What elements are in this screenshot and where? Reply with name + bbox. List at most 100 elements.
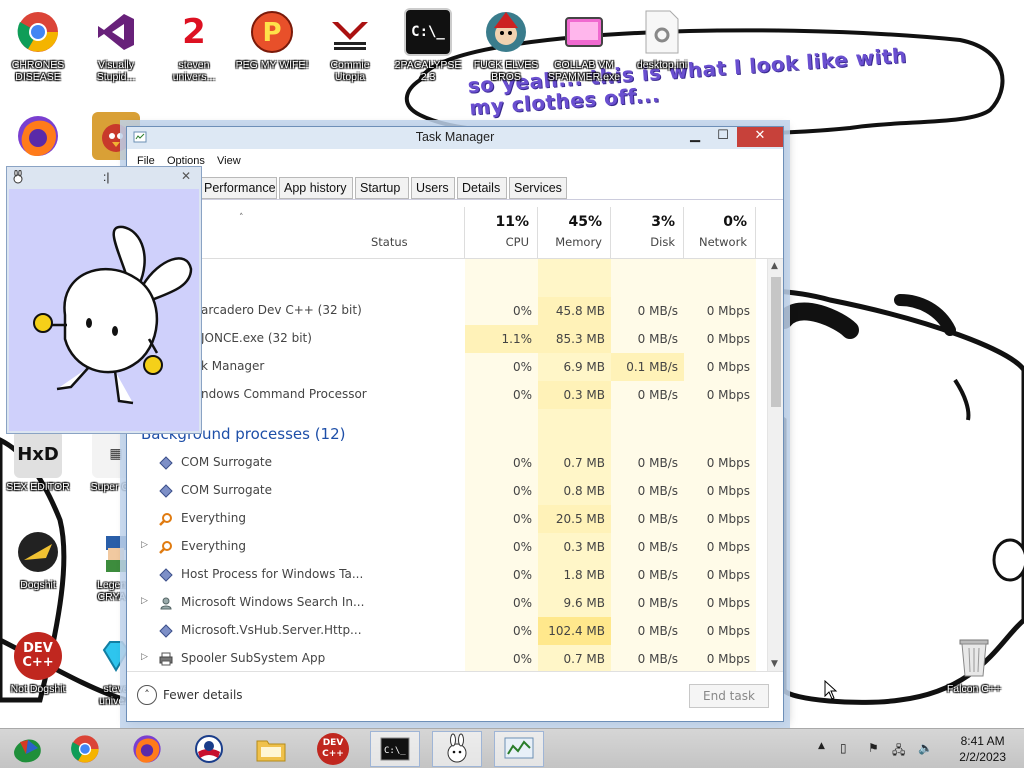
table-row[interactable]: COM Surrogate 0% 0.8 MB 0 MB/s 0 Mbps (127, 477, 767, 505)
taskbar-chrome[interactable] (60, 731, 110, 767)
tab-startup[interactable]: Startup (355, 177, 409, 199)
table-row[interactable]: ▷ Everything 0% 0.3 MB 0 MB/s 0 Mbps (127, 533, 767, 561)
taskbar-clock[interactable]: 8:41 AM 2/2/2023 (959, 733, 1006, 765)
tab-users[interactable]: Users (411, 177, 455, 199)
taskbar-bunny[interactable] (432, 731, 482, 767)
expand-arrow-icon[interactable]: ▷ (141, 540, 148, 550)
desktop-icon-fuck-elves-bros[interactable]: FUCK ELVES BROS (468, 8, 544, 83)
task-manager-titlebar[interactable]: Task Manager ▁ ☐ ✕ (127, 127, 783, 149)
tab-services[interactable]: Services (509, 177, 567, 199)
obama-icon (195, 735, 223, 763)
table-row[interactable]: ▷ Spooler SubSystem App 0% 0.7 MB 0 MB/s… (127, 645, 767, 671)
desktop-icon-visual-studio[interactable]: Visually Stupid... (78, 8, 154, 83)
chevron-up-icon[interactable]: ˄ (137, 685, 157, 705)
desktop-icon-not-dogshit[interactable]: DEV C++ Not Dogshit (0, 632, 76, 695)
process-name: k Manager (201, 359, 265, 373)
taskbar-taskmgr[interactable] (494, 731, 544, 767)
tray-overflow-icon[interactable]: ▲ (818, 741, 825, 751)
cpu-value: 1.1% (465, 325, 538, 353)
table-row[interactable]: COM Surrogate 0% 0.7 MB 0 MB/s 0 Mbps (127, 449, 767, 477)
table-row[interactable]: ▷ Microsoft Windows Search In... 0% 9.6 … (127, 589, 767, 617)
bunny-titlebar[interactable]: :| ✕ (7, 167, 201, 189)
memory-value: 20.5 MB (538, 505, 611, 533)
cpu-value: 0% (512, 304, 532, 318)
taskbar-devcpp[interactable]: DEV C++ (308, 731, 358, 767)
memory-value: 102.4 MB (538, 617, 611, 645)
column-status[interactable]: Status (365, 207, 465, 259)
disk-value: 0 MB/s (637, 332, 678, 346)
papers-please-icon (326, 8, 374, 56)
minimize-button[interactable]: ▁ (681, 127, 709, 147)
table-row[interactable]: arcadero Dev C++ (32 bit) 0% 45.8 MB 0 M… (127, 297, 767, 325)
desktop-icon-firefox[interactable] (0, 112, 76, 160)
desktop-icon-desktop-ini[interactable]: desktop.ini (624, 8, 700, 71)
menu-view[interactable]: View (217, 155, 241, 167)
memory-value: 45.8 MB (538, 297, 611, 325)
bunny-window[interactable]: :| ✕ (6, 166, 202, 434)
disk-value: 0 MB/s (637, 456, 678, 470)
tab-performance[interactable]: Performance (199, 177, 277, 199)
hxd-icon: HxD (14, 430, 62, 478)
bunny-icon (447, 733, 467, 763)
process-name: Microsoft.VsHub.Server.Http... (181, 623, 362, 637)
disk-value: 0 MB/s (637, 512, 678, 526)
table-row[interactable]: Everything 0% 20.5 MB 0 MB/s 0 Mbps (127, 505, 767, 533)
desktop-icon-sex-editor[interactable]: HxD SEX EDITOR (0, 430, 76, 493)
start-button[interactable] (2, 731, 52, 767)
table-row[interactable]: Host Process for Windows Ta... 0% 1.8 MB… (127, 561, 767, 589)
magnifier-icon (159, 513, 172, 526)
taskbar: DEV C++ C:\_ ▲ ▯ ⚑ 🖧 🔈 8:41 AM 2/2/2023 (0, 728, 1024, 768)
desktop-icon-chrones-disease[interactable]: CHRONES DISEASE (0, 8, 76, 83)
column-network[interactable]: 0% Network (684, 207, 756, 259)
desktop-icon-peg-my-wife[interactable]: P PEG MY WIFE! (234, 8, 310, 71)
close-button[interactable]: ✕ (737, 127, 783, 147)
maximize-button[interactable]: ☐ (709, 127, 737, 147)
taskbar-obama[interactable] (184, 731, 234, 767)
expand-arrow-icon[interactable]: ▷ (141, 596, 148, 606)
cpu-value: 0% (512, 568, 532, 582)
taskbar-cmd[interactable]: C:\_ (370, 731, 420, 767)
scrollbar-thumb[interactable] (771, 277, 781, 407)
desktop-icon-2pacalypse[interactable]: C:\_ 2PACALYPSE 2.3 (390, 8, 466, 83)
network-icon[interactable]: 🖧 (892, 741, 905, 762)
end-task-button[interactable]: End task (689, 684, 769, 708)
memory-value: 85.3 MB (538, 325, 611, 353)
column-memory[interactable]: 45% Memory (538, 207, 611, 259)
column-disk[interactable]: 3% Disk (611, 207, 684, 259)
scroll-down-icon[interactable]: ▼ (771, 659, 778, 669)
expand-arrow-icon[interactable]: ▷ (141, 652, 148, 662)
steven-universe-icon: 2 (182, 12, 206, 52)
network-value: 0 Mbps (706, 624, 750, 638)
table-row[interactable]: ndows Command Processor 0% 0.3 MB 0 MB/s… (127, 381, 767, 409)
table-row[interactable]: Microsoft.VsHub.Server.Http... 0% 102.4 … (127, 617, 767, 645)
tablet-icon[interactable]: ▯ (840, 741, 847, 755)
memory-value: 0.7 MB (563, 652, 605, 666)
desktop-icon-steven-universe[interactable]: 2 steven univers... (156, 8, 232, 83)
desktop-icon-collab-vm-spammer[interactable]: COLLAB VM SPAMMER.exe (546, 8, 622, 83)
cpu-value: 0% (512, 360, 532, 374)
column-cpu[interactable]: 11% CPU (465, 207, 538, 259)
flag-icon[interactable]: ⚑ (868, 741, 879, 755)
fewer-details-link[interactable]: Fewer details (163, 688, 243, 702)
table-row[interactable]: JONCE.exe (32 bit) 1.1% 85.3 MB 0 MB/s 0… (127, 325, 767, 353)
vertical-scrollbar[interactable]: ▲ ▼ (767, 259, 783, 671)
task-manager-window[interactable]: Task Manager ▁ ☐ ✕ File Options View Per… (126, 126, 784, 722)
taskbar-explorer[interactable] (246, 731, 296, 767)
network-value: 0 Mbps (706, 388, 750, 402)
scroll-up-icon[interactable]: ▲ (771, 261, 778, 271)
desktop-icon-recycle-bin[interactable]: Falcon C++ (936, 632, 1012, 695)
taskbar-firefox[interactable] (122, 731, 172, 767)
process-list[interactable]: arcadero Dev C++ (32 bit) 0% 45.8 MB 0 M… (127, 259, 767, 671)
tab-app-history[interactable]: App history (279, 177, 353, 199)
desktop-icon-label: steven univers... (172, 59, 216, 83)
table-row[interactable]: k Manager 0% 6.9 MB 0.1 MB/s 0 Mbps (127, 353, 767, 381)
network-value: 0 Mbps (706, 484, 750, 498)
elf-game-icon (482, 8, 530, 56)
close-button[interactable]: ✕ (173, 168, 199, 186)
memory-value: 9.6 MB (563, 596, 605, 610)
volume-icon[interactable]: 🔈 (918, 741, 933, 755)
desktop-icon-commie-utopia[interactable]: Commie Utopia (312, 8, 388, 83)
devcpp-icon: DEV C++ (14, 632, 62, 680)
desktop-icon-dogshit[interactable]: Dogshit (0, 528, 76, 591)
tab-details[interactable]: Details (457, 177, 507, 199)
